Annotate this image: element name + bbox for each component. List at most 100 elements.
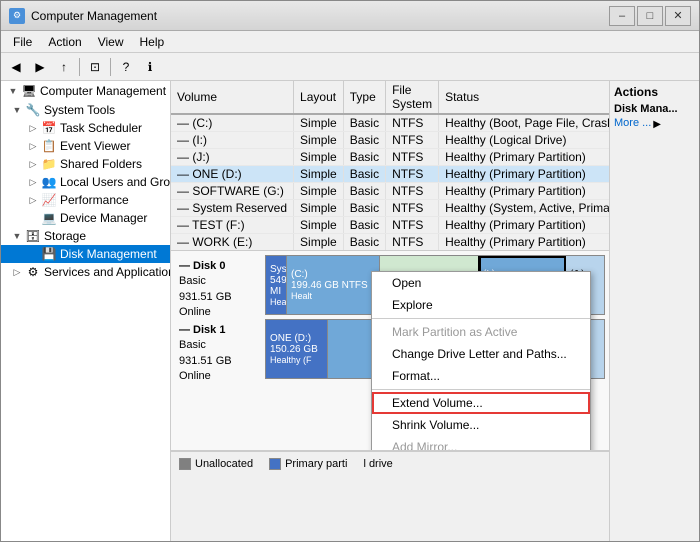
minimize-button[interactable]: –: [609, 6, 635, 26]
cell-volume: — (C:): [171, 114, 294, 132]
task-label: Task Scheduler: [60, 121, 142, 135]
maximize-button[interactable]: □: [637, 6, 663, 26]
close-button[interactable]: ✕: [665, 6, 691, 26]
cell-fs: NTFS: [386, 114, 439, 132]
menu-bar: File Action View Help: [1, 31, 699, 53]
ctx-explore[interactable]: Explore: [372, 294, 590, 316]
disk0-type: Basic: [179, 274, 261, 289]
disk1-type: Basic: [179, 338, 261, 353]
cell-fs: NTFS: [386, 217, 439, 234]
sidebar-item-performance[interactable]: ▷ 📈 Performance: [1, 191, 170, 209]
disk1-part0[interactable]: ONE (D:) 150.26 GB Healthy (F: [266, 320, 328, 378]
sidebar-item-disk-management[interactable]: 💾 Disk Management: [1, 245, 170, 263]
disk-table-area[interactable]: Volume Layout Type File System Status — …: [171, 81, 609, 251]
actions-more-link[interactable]: More ...: [614, 117, 651, 129]
toolbar: ◀ ▶ ↑ ⊡ ? ℹ: [1, 53, 699, 81]
disk1-size: 931.51 GB: [179, 354, 261, 369]
cell-volume: — ONE (D:): [171, 166, 294, 183]
col-status[interactable]: Status: [439, 81, 609, 114]
status-unallocated: Unallocated: [179, 458, 253, 470]
table-row[interactable]: — (C:) Simple Basic NTFS Healthy (Boot, …: [171, 114, 609, 132]
cell-fs: NTFS: [386, 132, 439, 149]
app-icon: ⚙: [9, 8, 25, 24]
root-expand-icon: ▼: [5, 83, 21, 99]
disk0-part1[interactable]: (C:) 199.46 GB NTFS Healt: [287, 256, 380, 314]
info-button[interactable]: ℹ: [139, 56, 161, 78]
services-icon: ⚙: [25, 264, 41, 280]
actions-arrow-icon: ▶: [653, 119, 661, 130]
forward-button[interactable]: ▶: [29, 56, 51, 78]
menu-help[interactable]: Help: [132, 33, 173, 51]
menu-file[interactable]: File: [5, 33, 40, 51]
system-tools-label: System Tools: [44, 103, 115, 117]
table-row[interactable]: — WORK (E:) Simple Basic NTFS Healthy (P…: [171, 234, 609, 251]
ctx-shrink-volume[interactable]: Shrink Volume...: [372, 414, 590, 436]
status-primary-label: Primary parti: [285, 458, 347, 470]
cell-volume: — (J:): [171, 149, 294, 166]
disk0-part0[interactable]: Syster 549 MI Healt: [266, 256, 287, 314]
tree-root-label: Computer Management (Local: [40, 84, 171, 98]
table-row[interactable]: — TEST (F:) Simple Basic NTFS Healthy (P…: [171, 217, 609, 234]
status-unallocated-color: [179, 458, 191, 470]
cell-status: Healthy (Logical Drive): [439, 132, 609, 149]
sidebar-item-local-users[interactable]: ▷ 👥 Local Users and Groups: [1, 173, 170, 191]
up-button[interactable]: ↑: [53, 56, 75, 78]
ctx-extend-volume[interactable]: Extend Volume...: [372, 392, 590, 414]
table-row[interactable]: — System Reserved Simple Basic NTFS Heal…: [171, 200, 609, 217]
disk-table: Volume Layout Type File System Status — …: [171, 81, 609, 251]
localusers-expand-icon: ▷: [25, 174, 41, 190]
cell-type: Basic: [343, 200, 385, 217]
back-button[interactable]: ◀: [5, 56, 27, 78]
cell-layout: Simple: [294, 234, 344, 251]
main-window: ⚙ Computer Management – □ ✕ File Action …: [0, 0, 700, 542]
cell-volume: — SOFTWARE (G:): [171, 183, 294, 200]
sidebar-item-event-viewer[interactable]: ▷ 📋 Event Viewer: [1, 137, 170, 155]
actions-section: Disk Mana...: [614, 103, 695, 115]
help-button[interactable]: ?: [115, 56, 137, 78]
disk-visual-area: — Disk 0 Basic 931.51 GB Online Syster 5…: [171, 251, 609, 451]
ctx-change-drive[interactable]: Change Drive Letter and Paths...: [372, 343, 590, 365]
sidebar-item-task-scheduler[interactable]: ▷ 📅 Task Scheduler: [1, 119, 170, 137]
sidebar-item-device-manager[interactable]: 💻 Device Manager: [1, 209, 170, 227]
disk0-size: 931.51 GB: [179, 290, 261, 305]
status-primary-color: [269, 458, 281, 470]
ctx-format[interactable]: Format...: [372, 365, 590, 387]
ctx-open[interactable]: Open: [372, 272, 590, 294]
cell-status: Healthy (Primary Partition): [439, 217, 609, 234]
col-volume[interactable]: Volume: [171, 81, 294, 114]
table-row[interactable]: — (I:) Simple Basic NTFS Healthy (Logica…: [171, 132, 609, 149]
table-row[interactable]: — (J:) Simple Basic NTFS Healthy (Primar…: [171, 149, 609, 166]
window-title: Computer Management: [31, 9, 609, 23]
disk0-name: — Disk 0: [179, 259, 261, 274]
disk1-label: — Disk 1 Basic 931.51 GB Online: [175, 319, 265, 379]
col-type[interactable]: Type: [343, 81, 385, 114]
menu-view[interactable]: View: [90, 33, 132, 51]
col-layout[interactable]: Layout: [294, 81, 344, 114]
cell-type: Basic: [343, 234, 385, 251]
menu-action[interactable]: Action: [40, 33, 89, 51]
table-row[interactable]: — SOFTWARE (G:) Simple Basic NTFS Health…: [171, 183, 609, 200]
cell-type: Basic: [343, 217, 385, 234]
toolbar-separator-1: [79, 58, 80, 76]
sidebar-item-services[interactable]: ▷ ⚙ Services and Applications: [1, 263, 170, 281]
col-filesystem[interactable]: File System: [386, 81, 439, 114]
services-expand-icon: ▷: [9, 264, 25, 280]
sidebar-item-storage[interactable]: ▼ 🗄 Storage: [1, 227, 170, 245]
cell-fs: NTFS: [386, 166, 439, 183]
main-area: ▼ 🖥 Computer Management (Local ▼ 🔧 Syste…: [1, 81, 699, 541]
status-suffix-label: l drive: [363, 458, 392, 470]
context-menu: Open Explore Mark Partition as Active Ch…: [371, 271, 591, 451]
cell-volume: — (I:): [171, 132, 294, 149]
content-actions-split: Volume Layout Type File System Status — …: [171, 81, 699, 541]
sidebar-item-shared-folders[interactable]: ▷ 📁 Shared Folders: [1, 155, 170, 173]
system-tools-expand-icon: ▼: [9, 102, 25, 118]
tree-root[interactable]: ▼ 🖥 Computer Management (Local: [1, 81, 170, 101]
show-hide-button[interactable]: ⊡: [84, 56, 106, 78]
sidebar-item-system-tools[interactable]: ▼ 🔧 System Tools: [1, 101, 170, 119]
table-row[interactable]: — ONE (D:) Simple Basic NTFS Healthy (Pr…: [171, 166, 609, 183]
shared-icon: 📁: [41, 156, 57, 172]
system-tools-icon: 🔧: [25, 102, 41, 118]
event-icon: 📋: [41, 138, 57, 154]
status-suffix: l drive: [363, 458, 392, 470]
perf-label: Performance: [60, 193, 129, 207]
